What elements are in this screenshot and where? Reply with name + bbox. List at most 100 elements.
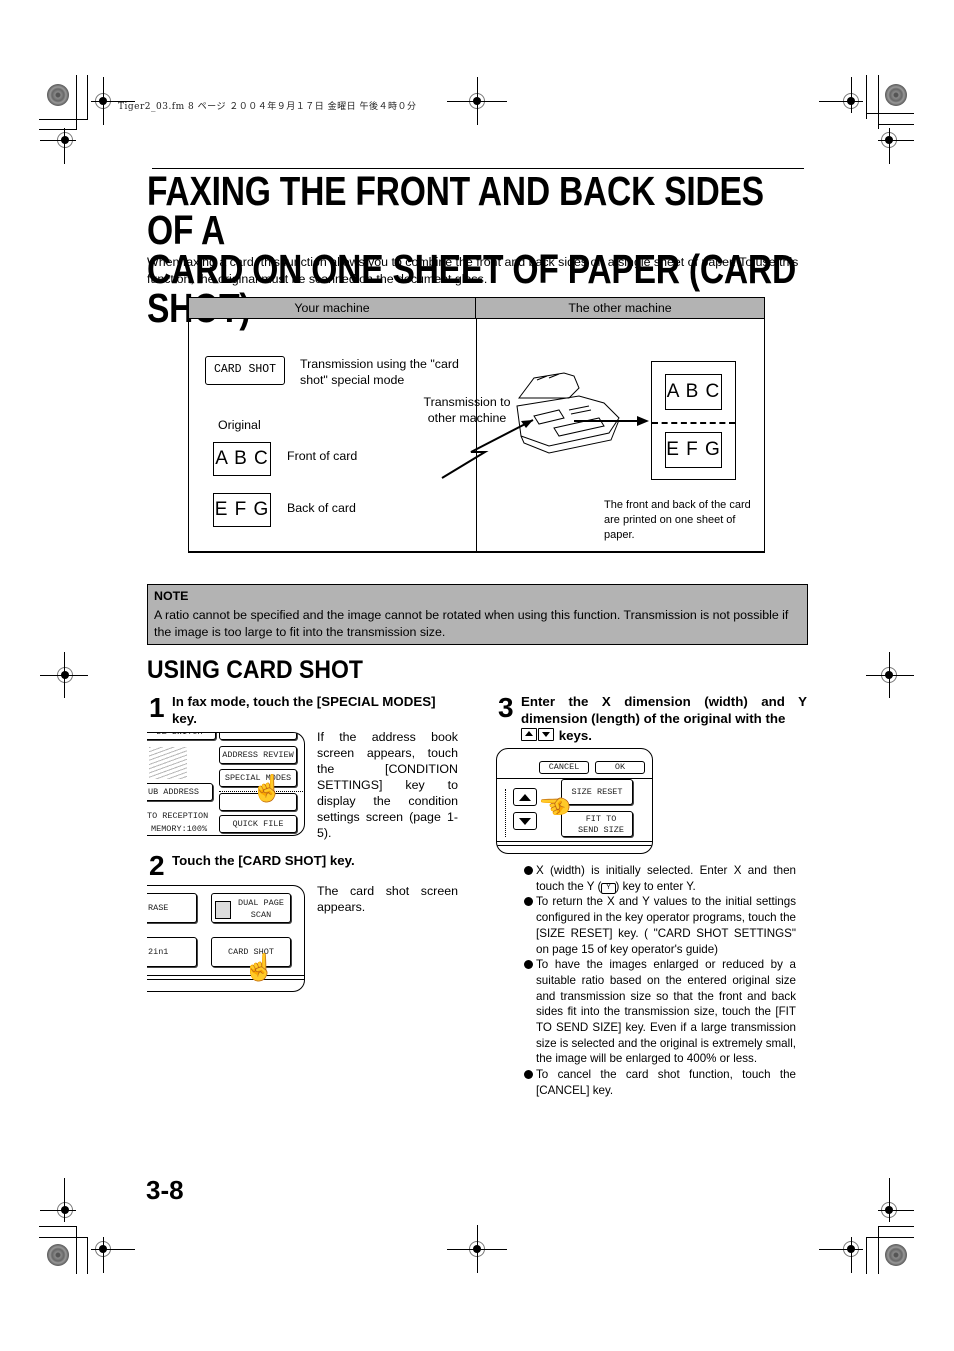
crop-line — [878, 75, 879, 129]
crop-line — [866, 113, 914, 114]
pointing-hand-icon: ☝ — [251, 773, 284, 803]
bullet-dot-icon — [524, 960, 533, 970]
diagram-header-your-machine: Your machine — [189, 298, 476, 319]
crop-line — [851, 77, 852, 113]
crop-line — [87, 1237, 88, 1274]
output-arrow-icon — [574, 416, 649, 426]
crop-line — [40, 1210, 76, 1211]
transmission-arrow-icon — [441, 419, 534, 479]
crop-line — [866, 675, 914, 676]
step-3-heading-text: Enter the X dimension (width) and Y dime… — [521, 694, 807, 726]
crop-line — [889, 652, 890, 698]
size-reset-key: SIZE RESET — [561, 779, 633, 805]
crop-line — [39, 119, 88, 120]
front-of-card-label: Front of card — [287, 449, 358, 463]
crop-line — [878, 1226, 914, 1227]
bullet-dot-icon — [524, 1070, 533, 1080]
up-triangle-icon — [519, 794, 531, 801]
crop-line — [851, 1237, 852, 1273]
top-right-key — [219, 733, 297, 740]
step-2-text: The card shot screen appears. — [317, 884, 458, 914]
crop-line — [40, 140, 76, 141]
crop-line — [39, 1226, 77, 1227]
pointing-hand-icon: ☝ — [243, 952, 276, 982]
crop-line — [87, 75, 88, 119]
crop-line — [819, 1249, 863, 1250]
bullet-dot-icon — [524, 897, 533, 907]
bullet-item: To return the X and Y values to the init… — [524, 894, 796, 957]
registration-disc-icon — [47, 84, 69, 106]
address-dots — [149, 747, 187, 779]
card-shot-key-illustration: CARD SHOT — [205, 356, 285, 385]
down-arrow-key-icon — [538, 728, 554, 741]
dual-page-icon — [215, 901, 231, 919]
step-1-heading: In fax mode, touch the [SPECIAL MODES] k… — [172, 694, 436, 726]
step-1-text: If the address book screen appears, touc… — [317, 730, 458, 840]
crop-line — [103, 77, 104, 125]
quick-file-key: QUICK FILE — [219, 815, 297, 833]
bullet-dot-icon — [524, 866, 533, 875]
crop-line — [878, 124, 914, 125]
page-number: 3-8 — [146, 1175, 184, 1205]
to-reception-label: TO RECEPTION — [147, 811, 209, 821]
dual-page-scan-key: DUAL PAGE SCAN — [211, 893, 291, 923]
intro-paragraph: When faxing a card, this function allows… — [147, 255, 799, 286]
registration-disc-icon — [885, 84, 907, 106]
fax-paper-tray — [518, 372, 580, 399]
card-shot-diagram: Your machine The other machine CARD SHOT… — [188, 297, 765, 553]
crop-line — [477, 77, 478, 125]
back-of-card-label: Back of card — [287, 501, 356, 515]
fit-to-send-size-key: FIT TO SEND SIZE — [561, 811, 633, 837]
step-3-heading-suffix: keys. — [558, 728, 592, 743]
output-front-card: A B C — [665, 374, 722, 410]
crop-line — [866, 1237, 867, 1274]
crop-line — [39, 1237, 88, 1238]
step-1-screen-illustration: DE SWITCH ADDRESS REVIEW SPECIAL MODES U… — [147, 732, 305, 836]
file-meta-line: Tiger2_03.fm 8 ページ ２００４年９月１７日 金曜日 午後４時０分 — [118, 102, 417, 112]
bullet-item: To cancel the card shot function, touch … — [524, 1067, 796, 1098]
crop-line — [64, 1178, 65, 1222]
crop-line — [64, 128, 65, 164]
crop-line — [878, 140, 914, 141]
page-title-line1: FAXING THE FRONT AND BACK SIDES OF A — [147, 168, 764, 253]
down-arrow-key — [513, 812, 537, 830]
up-arrow-key — [513, 788, 537, 806]
step-2-number: 2 — [149, 850, 165, 881]
down-triangle-icon — [519, 818, 531, 825]
erase-key: RASE — [147, 893, 197, 923]
step-2-heading: Touch the [CARD SHOT] key. — [172, 853, 355, 868]
dual-page-scan-label: DUAL PAGE SCAN — [238, 898, 284, 920]
fold-dashed-line — [652, 422, 735, 424]
crop-line — [103, 1237, 104, 1273]
screen-bottom-bar — [497, 841, 652, 846]
note-box: NOTE A ratio cannot be specified and the… — [147, 584, 808, 645]
crop-line — [76, 1226, 77, 1274]
ok-key: OK — [595, 761, 645, 774]
step-3-number: 3 — [498, 692, 514, 723]
2in1-key: 2in1 — [147, 937, 197, 967]
crop-line — [819, 101, 863, 102]
crop-line — [878, 1210, 914, 1211]
note-text: A ratio cannot be specified and the imag… — [154, 608, 789, 639]
bullet-item: To have the images enlarged or reduced b… — [524, 957, 796, 1067]
sub-address-key: UB ADDRESS — [147, 783, 213, 801]
step-3-bullet-list: X (width) is initially selected. Enter X… — [524, 863, 796, 1099]
crop-line — [878, 1226, 879, 1274]
output-back-card: E F G — [665, 432, 722, 468]
original-label: Original — [218, 418, 261, 432]
address-review-key: ADDRESS REVIEW — [219, 746, 297, 764]
crop-line — [91, 1249, 135, 1250]
bullet-item: X (width) is initially selected. Enter X… — [524, 863, 796, 894]
up-arrow-key-icon — [521, 728, 537, 741]
note-title: NOTE — [154, 589, 189, 603]
crop-line — [64, 652, 65, 698]
crop-line — [866, 1237, 914, 1238]
crop-line — [889, 128, 890, 164]
dotted-left-guide — [505, 789, 506, 837]
output-sheet: A B C E F G — [651, 361, 736, 480]
step-2-screen-illustration: RASE DUAL PAGE SCAN 2in1 CARD SHOT ☝ — [147, 885, 305, 992]
screen-bottom-bar — [147, 975, 304, 980]
diagram-header-other-machine: The other machine — [476, 298, 764, 319]
crop-line — [889, 1178, 890, 1222]
section-title: USING CARD SHOT — [147, 656, 363, 684]
